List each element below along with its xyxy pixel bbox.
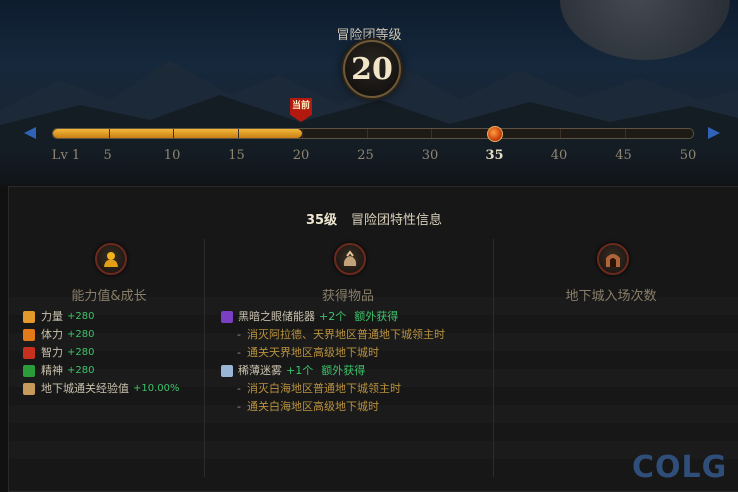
condition-text: 通关天界地区高级地下城时 bbox=[246, 346, 379, 359]
level-tick-50[interactable]: 50 bbox=[680, 148, 697, 163]
spirit-icon bbox=[23, 365, 35, 377]
stat-vitality: 体力 +280 bbox=[23, 327, 94, 343]
track-tick-separator bbox=[624, 129, 626, 138]
colg-watermark: COLG bbox=[632, 450, 728, 485]
stat-value: +10.00% bbox=[133, 383, 180, 394]
stat-label: 力量 bbox=[41, 310, 63, 323]
level-progress-fill bbox=[53, 129, 303, 138]
scroll-left-arrow-icon[interactable] bbox=[24, 127, 36, 139]
track-tick-separator bbox=[108, 129, 110, 138]
item-count: +2个 bbox=[319, 310, 347, 323]
scroll-right-arrow-icon[interactable] bbox=[708, 127, 720, 139]
stat-intelligence: 智力 +280 bbox=[23, 345, 94, 361]
condition-dash: - bbox=[237, 346, 241, 359]
panel-title: 35级 冒险团特性信息 bbox=[9, 209, 738, 228]
level-tick-40[interactable]: 40 bbox=[551, 148, 568, 163]
row-stripe bbox=[9, 441, 738, 459]
level-tick-45[interactable]: 45 bbox=[615, 148, 632, 163]
stat-dungeon-exp: 地下城通关经验值 +10.00% bbox=[23, 381, 180, 397]
level-tick-20[interactable]: 20 bbox=[293, 148, 310, 163]
item-bag-icon bbox=[334, 243, 366, 275]
track-tick-separator bbox=[431, 129, 433, 138]
stat-strength: 力量 +280 bbox=[23, 309, 94, 325]
condition-dash: - bbox=[237, 400, 241, 413]
dark-eye-icon bbox=[221, 311, 233, 323]
column-title-stats: 能力值&成长 bbox=[71, 289, 147, 304]
level-tick-30[interactable]: 30 bbox=[422, 148, 439, 163]
level-tick-10[interactable]: 10 bbox=[164, 148, 181, 163]
item-count: +1个 bbox=[286, 364, 314, 377]
level-tick-5[interactable]: 5 bbox=[103, 148, 111, 163]
item-extra: 额外获得 bbox=[354, 310, 399, 323]
condition-text: 消灭阿拉德、天界地区普通地下城领主时 bbox=[246, 328, 445, 341]
column-divider bbox=[493, 239, 494, 477]
mist-icon bbox=[221, 365, 233, 377]
adventure-level-badge: 20 bbox=[343, 40, 401, 98]
stat-spirit: 精神 +280 bbox=[23, 363, 94, 379]
column-divider bbox=[204, 239, 205, 477]
track-tick-separator bbox=[237, 129, 239, 138]
level-tick-15[interactable]: 15 bbox=[228, 148, 245, 163]
stat-label: 体力 bbox=[41, 328, 63, 341]
level-tick-35[interactable]: 35 bbox=[485, 148, 503, 163]
item-condition: - 通关天界地区高级地下城时 bbox=[237, 345, 379, 361]
stat-label: 智力 bbox=[41, 346, 63, 359]
muscle-armor-icon bbox=[95, 243, 127, 275]
strength-icon bbox=[23, 311, 35, 323]
track-tick-separator bbox=[302, 129, 304, 138]
item-name: 稀薄迷雾 bbox=[238, 364, 282, 377]
item-condition: - 通关白海地区高级地下城时 bbox=[237, 399, 379, 415]
stat-value: +280 bbox=[67, 365, 95, 376]
adventure-trait-panel: 35级 冒险团特性信息 能力值&成长 获得物品 地下城入场次数 力量 +280 体… bbox=[8, 186, 738, 492]
column-title-items: 获得物品 bbox=[321, 289, 375, 304]
condition-text: 通关白海地区高级地下城时 bbox=[246, 400, 379, 413]
dungeon-gate-icon bbox=[597, 243, 629, 275]
level-tick-1[interactable]: Lv 1 bbox=[52, 148, 80, 163]
intelligence-icon bbox=[23, 347, 35, 359]
column-title-dungeon: 地下城入场次数 bbox=[565, 289, 657, 304]
stat-label: 地下城通关经验值 bbox=[41, 382, 129, 395]
item-name: 黑暗之眼储能器 bbox=[238, 310, 315, 323]
stat-value: +280 bbox=[67, 329, 95, 340]
selected-level-handle[interactable] bbox=[486, 126, 503, 142]
dungeon-exp-icon bbox=[23, 383, 35, 395]
vitality-icon bbox=[23, 329, 35, 341]
panel-title-text: 冒险团特性信息 bbox=[351, 213, 443, 228]
item-extra: 额外获得 bbox=[321, 364, 366, 377]
condition-dash: - bbox=[237, 328, 241, 341]
level-tick-25[interactable]: 25 bbox=[357, 148, 374, 163]
condition-text: 消灭白海地区普通地下城领主时 bbox=[246, 382, 401, 395]
item-mist[interactable]: 稀薄迷雾 +1个 额外获得 bbox=[221, 363, 365, 379]
track-tick-separator bbox=[173, 129, 175, 138]
item-dark-eye[interactable]: 黑暗之眼储能器 +2个 额外获得 bbox=[221, 309, 398, 325]
level-header: 冒险团等级 20 当前 Lv 1 5 10 15 20 25 30 35 40 45 50 bbox=[0, 0, 738, 185]
condition-dash: - bbox=[237, 382, 241, 395]
stat-value: +280 bbox=[67, 311, 95, 322]
stat-value: +280 bbox=[67, 347, 95, 358]
item-condition: - 消灭阿拉德、天界地区普通地下城领主时 bbox=[237, 327, 445, 343]
track-tick-separator bbox=[560, 129, 562, 138]
track-tick-separator bbox=[366, 129, 368, 138]
panel-level: 35级 bbox=[305, 213, 338, 228]
level-progress-track bbox=[52, 128, 694, 139]
stat-label: 精神 bbox=[41, 364, 63, 377]
item-condition: - 消灭白海地区普通地下城领主时 bbox=[237, 381, 401, 397]
